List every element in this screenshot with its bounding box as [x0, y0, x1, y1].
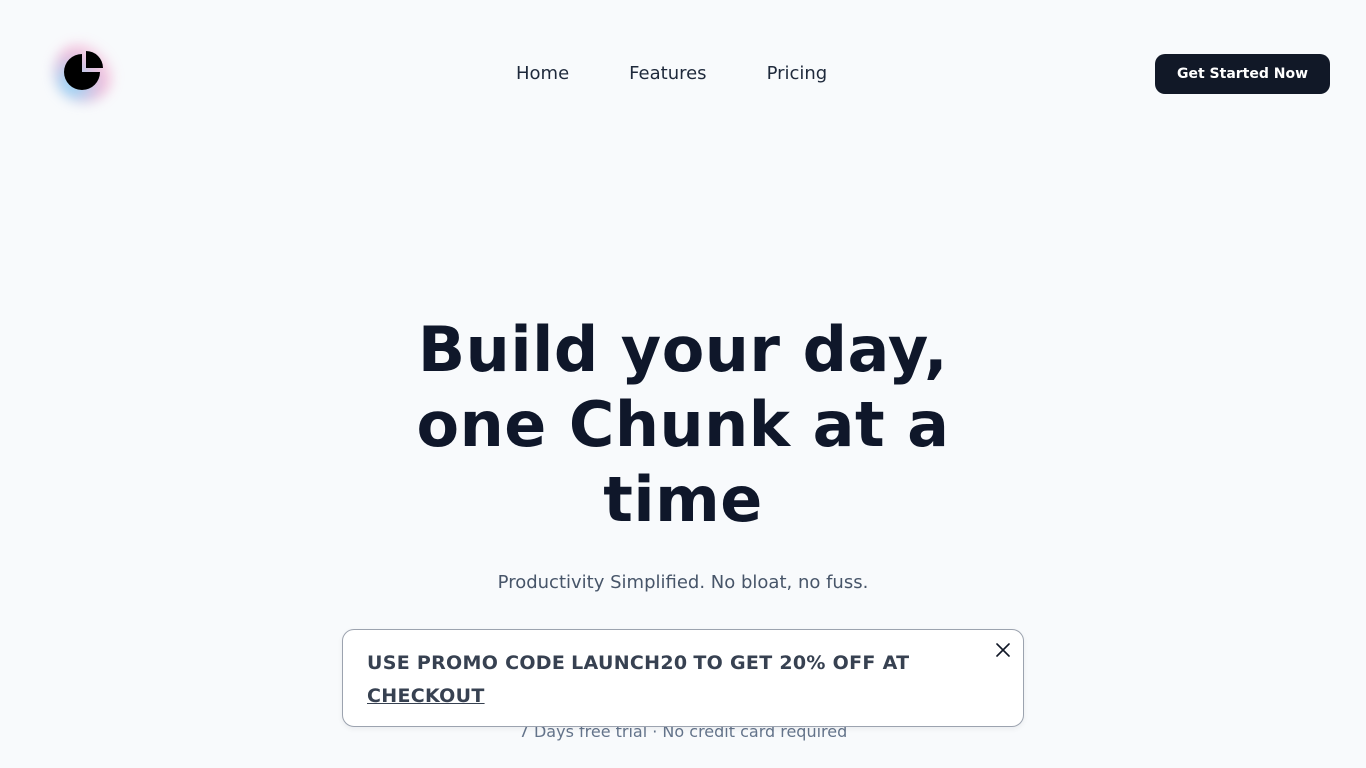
- get-started-button[interactable]: Get Started Now: [1155, 54, 1330, 94]
- nav-features[interactable]: Features: [629, 62, 706, 86]
- hero-subtitle: Productivity Simplified. No bloat, no fu…: [497, 572, 869, 593]
- promo-banner: USE PROMO CODE LAUNCH20 TO GET 20% OFF AT …: [342, 629, 1024, 727]
- hero-title: Build your day, one Chunk at a time: [383, 312, 983, 537]
- promo-prefix: USE PROMO CODE: [367, 652, 566, 674]
- hero-highlight: Chunk: [569, 387, 791, 462]
- checkout-link[interactable]: CHECKOUT: [367, 685, 485, 707]
- nav-pricing[interactable]: Pricing: [767, 62, 828, 86]
- landing-page: Home Features Pricing Get Started Now Bu…: [0, 0, 1366, 768]
- hero-line-2-post: at a: [812, 388, 950, 461]
- hero-line-2-pre: one: [416, 388, 547, 461]
- hero-line-1: Build your day,: [417, 313, 949, 386]
- hero-line-3: time: [603, 463, 763, 536]
- hero-highlight-text: Chunk: [568, 388, 791, 461]
- main-nav: Home Features Pricing: [516, 62, 827, 86]
- logo[interactable]: [54, 42, 114, 102]
- close-button[interactable]: [993, 640, 1013, 660]
- close-icon: [996, 643, 1010, 657]
- nav-home[interactable]: Home: [516, 62, 569, 86]
- promo-text: USE PROMO CODE LAUNCH20 TO GET 20% OFF AT …: [367, 647, 967, 713]
- promo-code: LAUNCH20: [571, 652, 688, 674]
- hero-line-2: one Chunk at a: [383, 387, 983, 462]
- promo-middle: TO GET 20% OFF AT: [693, 652, 910, 674]
- pie-chart-icon: [64, 51, 103, 90]
